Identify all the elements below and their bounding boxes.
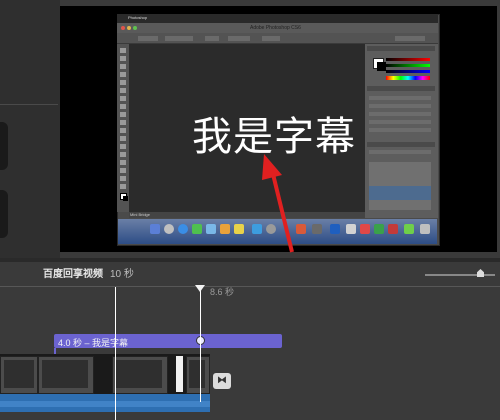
app-icon [388, 224, 398, 234]
skimmer-time: 8.6 秒 [210, 287, 235, 297]
panel-header [367, 46, 435, 51]
red-slider [386, 58, 430, 61]
background-swatch [377, 62, 386, 71]
finder-icon [150, 224, 160, 234]
left-panel-divider [0, 104, 58, 105]
safari-icon [178, 224, 188, 234]
tool-icon [120, 128, 126, 133]
video-thumbnail-screen [116, 360, 162, 388]
tool-icon [120, 152, 126, 157]
panel-header [367, 142, 435, 147]
tool-icon [120, 184, 126, 189]
photoshop-menubar [117, 14, 438, 23]
photoshop-icon [330, 224, 340, 234]
panel-header [367, 86, 435, 91]
background-color-icon [123, 196, 128, 201]
transition-icon[interactable]: ⧓ [213, 373, 231, 389]
spectrum-bar [386, 76, 430, 80]
tool-icon [120, 144, 126, 149]
option-control [205, 36, 219, 41]
mail-icon [206, 224, 216, 234]
tool-icon [120, 120, 126, 125]
close-dot-icon [121, 26, 125, 30]
tool-icon [120, 72, 126, 77]
tool-icon [120, 64, 126, 69]
tool-icon [120, 96, 126, 101]
messages-icon [192, 224, 202, 234]
layer-row [369, 186, 431, 200]
app-icon [404, 224, 414, 234]
option-control [165, 36, 193, 41]
tool-icon [120, 136, 126, 141]
tool-icon [120, 160, 126, 165]
blue-slider [386, 70, 430, 73]
tool-icon [120, 176, 126, 181]
panel-row [369, 104, 431, 108]
photos-icon [220, 224, 230, 234]
video-thumbnail-screen [42, 360, 88, 388]
app-icon [360, 224, 370, 234]
app-icon [346, 224, 356, 234]
minimize-dot-icon [127, 26, 131, 30]
option-control [262, 36, 280, 41]
trash-icon [420, 224, 430, 234]
tool-icon [120, 112, 126, 117]
settings-icon [266, 224, 276, 234]
mini-bridge-label: Mini Bridge [130, 212, 151, 217]
app-icon [374, 224, 384, 234]
notes-icon [234, 224, 244, 234]
timeline-ruler-line [0, 286, 500, 287]
photoshop-status-bar [129, 212, 365, 218]
panel-row [369, 112, 431, 116]
panel-row [369, 128, 431, 132]
option-control [228, 36, 250, 41]
photoshop-document-title: Adobe Photoshop CS6 [250, 25, 301, 31]
option-control [138, 36, 158, 41]
appstore-icon [252, 224, 262, 234]
zoom-dot-icon [133, 26, 137, 30]
tool-icon [120, 48, 126, 53]
skimmer-line [200, 290, 201, 402]
option-control [395, 36, 425, 41]
green-slider [386, 64, 430, 67]
photoshop-menu-app: Photoshop [128, 15, 148, 20]
app-icon [312, 224, 322, 234]
skimmer-head-icon[interactable] [195, 285, 205, 292]
panel-row [369, 96, 431, 100]
tool-icon [120, 168, 126, 173]
video-thumbnail-screen [4, 360, 34, 388]
white-frame [176, 356, 183, 392]
left-panel-tab[interactable] [0, 122, 8, 170]
tool-icon [120, 104, 126, 109]
playhead[interactable] [115, 287, 116, 420]
canvas-text: 我是字幕 [192, 114, 356, 160]
audio-wave-fill [0, 401, 210, 407]
project-duration: 10 秒 [110, 269, 134, 280]
tool-icon [120, 80, 126, 85]
left-panel-tab[interactable] [0, 190, 8, 238]
title-clip-label: 4.0 秒 – 我是字幕 [58, 338, 129, 348]
project-title: 百度回享视频 [43, 269, 103, 280]
zoom-slider-track[interactable] [425, 274, 495, 276]
panel-row [369, 150, 431, 154]
tool-icon [120, 88, 126, 93]
left-panel [0, 0, 60, 262]
panel-row [369, 120, 431, 124]
tool-icon [120, 56, 126, 61]
app-icon [296, 224, 306, 234]
launchpad-icon [164, 224, 174, 234]
video-thumbnail-screen [189, 360, 205, 388]
